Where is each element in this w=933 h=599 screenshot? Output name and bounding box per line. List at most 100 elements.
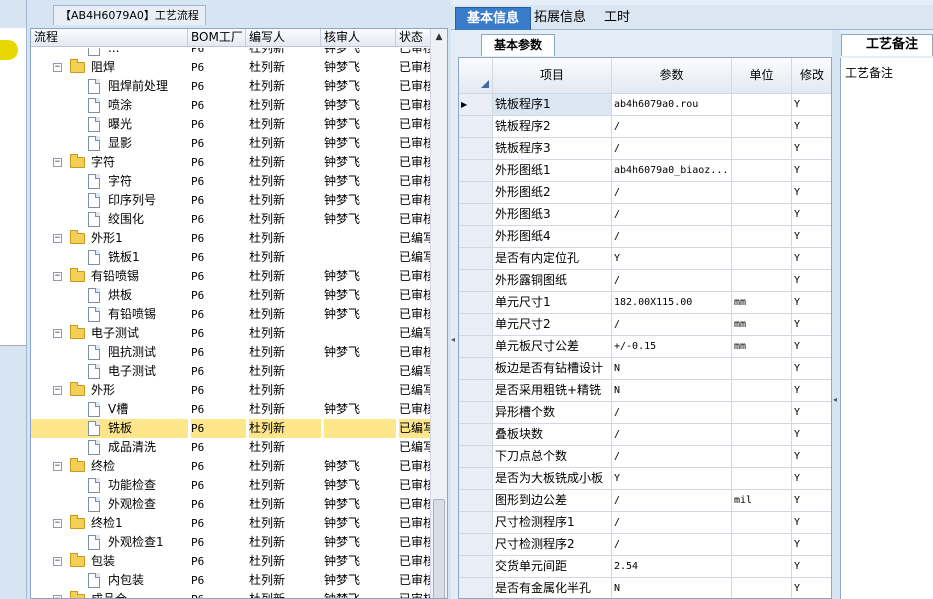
param-value-cell[interactable]: 2.54 [612, 556, 732, 578]
scroll-up-arrow-icon[interactable]: ▲ [431, 29, 447, 46]
param-value-cell[interactable]: ab4h6079a0.rou [612, 94, 732, 116]
row-indicator[interactable] [459, 512, 493, 534]
param-value-cell[interactable]: Y [612, 468, 732, 490]
param-value-cell[interactable]: / [612, 534, 732, 556]
tree-row[interactable]: − 有铅喷锡 P6 杜列新 钟梦飞 已审核 [31, 267, 431, 286]
param-value-cell[interactable]: / [612, 226, 732, 248]
tree-row[interactable]: V槽 P6 杜列新 钟梦飞 已审核 [31, 400, 431, 419]
tree-row[interactable]: 成品清洗 P6 杜列新 已编写 [31, 438, 431, 457]
row-indicator[interactable] [459, 358, 493, 380]
tree-row[interactable]: − 包装 P6 杜列新 钟梦飞 已审核 [31, 552, 431, 571]
collapse-toggle-icon[interactable]: − [53, 158, 62, 167]
tree-row[interactable]: 有铅喷锡 P6 杜列新 钟梦飞 已审核 [31, 305, 431, 324]
tree-row[interactable]: 阻焊前处理 P6 杜列新 钟梦飞 已审核 [31, 77, 431, 96]
column-header-reviewer[interactable]: 核审人 [321, 29, 396, 47]
tree-row[interactable]: − 外形1 P6 杜列新 已编写 [31, 229, 431, 248]
tree-row[interactable]: 功能检查 P6 杜列新 钟梦飞 已审核 [31, 476, 431, 495]
row-indicator[interactable] [459, 270, 493, 292]
tree-row[interactable]: 电子测试 P6 杜列新 已编写 [31, 362, 431, 381]
tree-row[interactable]: 绞围化 P6 杜列新 钟梦飞 已审核 [31, 210, 431, 229]
param-value-cell[interactable]: / [612, 270, 732, 292]
row-indicator[interactable] [459, 292, 493, 314]
column-header-item[interactable]: 项目 [493, 58, 612, 94]
param-value-cell[interactable]: N [612, 380, 732, 402]
row-indicator[interactable] [459, 314, 493, 336]
column-header-flow[interactable]: 流程 [31, 29, 188, 47]
tree-row[interactable]: − 成品仓 P6杜列新 钟梦飞 已审核 [31, 590, 431, 598]
param-value-cell[interactable]: / [612, 182, 732, 204]
tree-row[interactable]: 阻抗测试 P6 杜列新 钟梦飞 已审核 [31, 343, 431, 362]
tab-process-notes[interactable]: 工艺备注 [841, 34, 933, 56]
row-indicator[interactable] [459, 468, 493, 490]
splitter-arrow-icon[interactable]: ◂ [833, 395, 837, 404]
tree-row[interactable]: − 阻焊 P6 杜列新 钟梦飞 已审核 [31, 58, 431, 77]
collapse-toggle-icon[interactable]: − [53, 272, 62, 281]
tree-row[interactable]: 外观检查 P6 杜列新 钟梦飞 已审核 [31, 495, 431, 514]
tree-row[interactable]: 喷涂 P6 杜列新 钟梦飞 已审核 [31, 96, 431, 115]
param-value-cell[interactable]: / [612, 446, 732, 468]
param-value-cell[interactable]: / [612, 204, 732, 226]
tree-row[interactable]: − 终检1 P6 杜列新 钟梦飞 已审核 [31, 514, 431, 533]
row-indicator[interactable] [459, 424, 493, 446]
row-indicator[interactable] [459, 182, 493, 204]
tree-row[interactable]: 烘板 P6 杜列新 钟梦飞 已审核 [31, 286, 431, 305]
tree-row[interactable]: 外观检查1 P6 杜列新 钟梦飞 已审核 [31, 533, 431, 552]
tree-row[interactable]: 字符 P6 杜列新 钟梦飞 已审核 [31, 172, 431, 191]
row-indicator[interactable] [459, 490, 493, 512]
row-indicator[interactable] [459, 402, 493, 424]
collapse-toggle-icon[interactable]: − [53, 557, 62, 566]
row-indicator[interactable] [459, 204, 493, 226]
column-header-modify[interactable]: 修改 [792, 58, 831, 94]
collapse-toggle-icon[interactable]: − [53, 329, 62, 338]
param-value-cell[interactable]: 182.00X115.00 [612, 292, 732, 314]
param-value-cell[interactable]: Y [612, 248, 732, 270]
collapse-toggle-icon[interactable]: − [53, 462, 62, 471]
param-value-cell[interactable]: ab4h6079a0_biaoz... [612, 160, 732, 182]
row-indicator[interactable] [459, 116, 493, 138]
param-value-cell[interactable]: / [612, 424, 732, 446]
row-indicator[interactable] [459, 446, 493, 468]
tab-extended-info[interactable]: 拓展信息 [523, 7, 597, 30]
param-value-cell[interactable]: / [612, 402, 732, 424]
row-indicator[interactable] [459, 160, 493, 182]
tree-row[interactable]: 内包装 P6 杜列新 钟梦飞 已审核 [31, 571, 431, 590]
tree-row[interactable]: 铣板 P6杜列新 已编写 [31, 419, 431, 438]
row-indicator[interactable] [459, 380, 493, 402]
collapse-toggle-icon[interactable]: − [53, 63, 62, 72]
param-value-cell[interactable]: N [612, 578, 732, 598]
row-indicator[interactable] [459, 248, 493, 270]
param-value-cell[interactable]: / [612, 512, 732, 534]
row-indicator[interactable] [459, 556, 493, 578]
param-value-cell[interactable]: / [612, 138, 732, 160]
tree-row[interactable]: − 外形 P6 杜列新 已编写 [31, 381, 431, 400]
tab-work-hours[interactable]: 工时 [593, 7, 641, 30]
row-indicator[interactable] [459, 336, 493, 358]
param-value-cell[interactable]: / [612, 314, 732, 336]
row-indicator[interactable]: ▶ [459, 94, 493, 116]
row-indicator[interactable] [459, 226, 493, 248]
collapse-toggle-icon[interactable]: − [53, 519, 62, 528]
param-value-cell[interactable]: / [612, 116, 732, 138]
column-header-value[interactable]: 参数 [612, 58, 732, 94]
tree-row[interactable]: 曝光 P6 杜列新 钟梦飞 已审核 [31, 115, 431, 134]
tree-row[interactable]: ... P6 杜列新 钟梦飞 已审核 [31, 48, 431, 58]
tree-scrollbar[interactable]: ▲ [430, 29, 447, 598]
row-indicator[interactable] [459, 534, 493, 556]
tree-row[interactable]: 铣板1 P6 杜列新 已编写 [31, 248, 431, 267]
collapse-toggle-icon[interactable]: − [53, 595, 62, 598]
column-header-writer[interactable]: 编写人 [246, 29, 321, 47]
tab-basic-info[interactable]: 基本信息 [455, 7, 532, 30]
column-header-unit[interactable]: 单位 [732, 58, 792, 94]
row-indicator[interactable] [459, 578, 493, 598]
tree-row[interactable]: − 电子测试 P6 杜列新 已编写 [31, 324, 431, 343]
left-collapse-arrow-icon[interactable]: ◂ [451, 335, 456, 349]
param-value-cell[interactable]: / [612, 490, 732, 512]
tree-row[interactable]: − 字符 P6 杜列新 钟梦飞 已审核 [31, 153, 431, 172]
column-header-bom[interactable]: BOM工厂 [188, 29, 246, 47]
tree-row[interactable]: 显影 P6 杜列新 钟梦飞 已审核 [31, 134, 431, 153]
collapse-toggle-icon[interactable]: − [53, 234, 62, 243]
row-indicator[interactable] [459, 138, 493, 160]
column-header-status[interactable]: 状态 [396, 29, 431, 47]
tree-row[interactable]: − 终检 P6 杜列新 钟梦飞 已审核 [31, 457, 431, 476]
tree-row[interactable]: 印序列号 P6 杜列新 钟梦飞 已审核 [31, 191, 431, 210]
